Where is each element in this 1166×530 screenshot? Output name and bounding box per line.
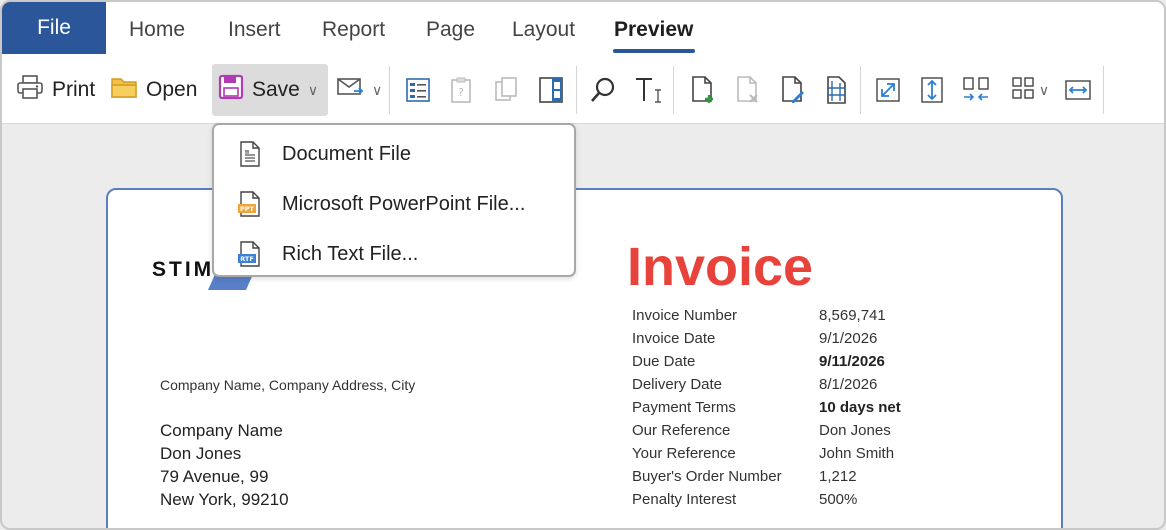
ribbon-tab-bar: File Home Insert Report Page Layout Prev… — [2, 2, 1164, 56]
print-label: Print — [52, 78, 96, 101]
toolbar-separator — [673, 66, 674, 114]
recipient-company: Company Name — [160, 421, 283, 440]
page-layout-button[interactable]: ∨ — [1006, 73, 1054, 107]
detail-label: Due Date — [632, 353, 696, 370]
print-button[interactable]: Print — [12, 64, 99, 116]
detail-value: 8,569,741 — [819, 307, 886, 324]
toolbar-separator — [389, 66, 390, 114]
tab-page[interactable]: Page — [426, 18, 475, 42]
toolbar-separator — [1103, 66, 1104, 114]
detail-value: 500% — [819, 491, 858, 508]
tab-home[interactable]: Home — [129, 18, 185, 42]
chevron-down-icon: ∨ — [372, 81, 383, 98]
recipient-city: New York, 99210 — [160, 490, 289, 509]
detail-label: Invoice Date — [632, 330, 716, 347]
recipient-contact: Don Jones — [160, 444, 242, 463]
folder-icon — [110, 75, 138, 105]
text-select-icon[interactable] — [632, 73, 664, 107]
detail-label: Delivery Date — [632, 376, 723, 393]
detail-label: Our Reference — [632, 422, 731, 439]
detail-value: 9/11/2026 — [819, 353, 885, 370]
bookmarks-icon[interactable] — [402, 73, 434, 107]
detail-value: Don Jones — [819, 422, 891, 439]
menu-item-label: Rich Text File... — [282, 242, 419, 265]
save-dropdown-menu: Document File PPT Microsoft PowerPoint F… — [212, 123, 576, 277]
company-logo: STIM — [152, 258, 215, 281]
edit-page-icon[interactable] — [777, 73, 809, 107]
new-page-icon[interactable] — [687, 73, 719, 107]
save-label: Save — [252, 78, 300, 101]
rtf-file-icon: RTF — [236, 240, 264, 268]
floppy-icon — [218, 74, 244, 106]
grid-pages-icon — [1011, 76, 1035, 105]
recipient-street: 79 Avenue, 99 — [160, 467, 269, 486]
open-button[interactable]: Open — [106, 64, 201, 116]
toolbar-separator — [860, 66, 861, 114]
delete-page-icon — [732, 73, 764, 107]
detail-value: 9/1/2026 — [819, 330, 878, 347]
open-label: Open — [146, 78, 198, 101]
ppt-file-icon: PPT — [236, 190, 264, 218]
sender-address-line: Company Name, Company Address, City — [160, 377, 416, 393]
toolbar-separator — [576, 66, 577, 114]
tab-report[interactable]: Report — [322, 18, 385, 42]
page-height-icon[interactable] — [916, 73, 948, 107]
ppt-badge: PPT — [240, 205, 255, 213]
find-icon[interactable] — [587, 73, 619, 107]
active-tab-indicator — [613, 49, 695, 53]
multiple-pages-icon[interactable] — [960, 73, 992, 107]
chevron-down-icon: ∨ — [1038, 81, 1050, 98]
invoice-title: Invoice — [627, 237, 814, 297]
detail-label: Penalty Interest — [632, 491, 737, 508]
parameters-icon: ? — [445, 73, 477, 107]
email-send-icon — [336, 76, 364, 104]
menu-item-rich-text-file[interactable]: RTF Rich Text File... — [214, 229, 574, 279]
page-size-icon[interactable] — [820, 73, 852, 107]
save-button[interactable]: Save ∨ — [212, 64, 328, 116]
tab-file[interactable]: File — [2, 2, 106, 54]
tab-insert[interactable]: Insert — [228, 18, 281, 42]
send-email-button[interactable]: ∨ — [332, 64, 386, 116]
svg-text:?: ? — [458, 86, 464, 99]
preview-toolbar: Print Open Save ∨ ∨ ? ∨ — [2, 56, 1164, 124]
chevron-down-icon: ∨ — [307, 81, 319, 98]
detail-value: 8/1/2026 — [819, 376, 878, 393]
rtf-badge: RTF — [240, 255, 254, 263]
detail-value: 10 days net — [819, 399, 901, 416]
menu-item-label: Document File — [282, 142, 411, 165]
detail-label: Buyer's Order Number — [632, 468, 782, 485]
detail-value: 1,212 — [819, 468, 857, 485]
detail-label: Payment Terms — [632, 399, 736, 416]
zoom-page-icon[interactable] — [872, 73, 904, 107]
detail-value: John Smith — [819, 445, 895, 462]
printer-icon — [16, 74, 44, 106]
menu-item-label: Microsoft PowerPoint File... — [282, 192, 526, 215]
menu-item-powerpoint-file[interactable]: PPT Microsoft PowerPoint File... — [214, 179, 574, 229]
detail-label: Invoice Number — [632, 307, 738, 324]
menu-item-document-file[interactable]: Document File — [214, 129, 574, 179]
app-window: File Home Insert Report Page Layout Prev… — [0, 0, 1166, 530]
tab-layout[interactable]: Layout — [512, 18, 575, 42]
page-width-icon[interactable] — [1062, 73, 1094, 107]
tab-preview[interactable]: Preview — [614, 18, 693, 42]
copy-pages-icon — [490, 73, 522, 107]
document-file-icon — [236, 140, 264, 168]
thumbnails-icon[interactable] — [535, 73, 567, 107]
detail-label: Your Reference — [632, 445, 736, 462]
